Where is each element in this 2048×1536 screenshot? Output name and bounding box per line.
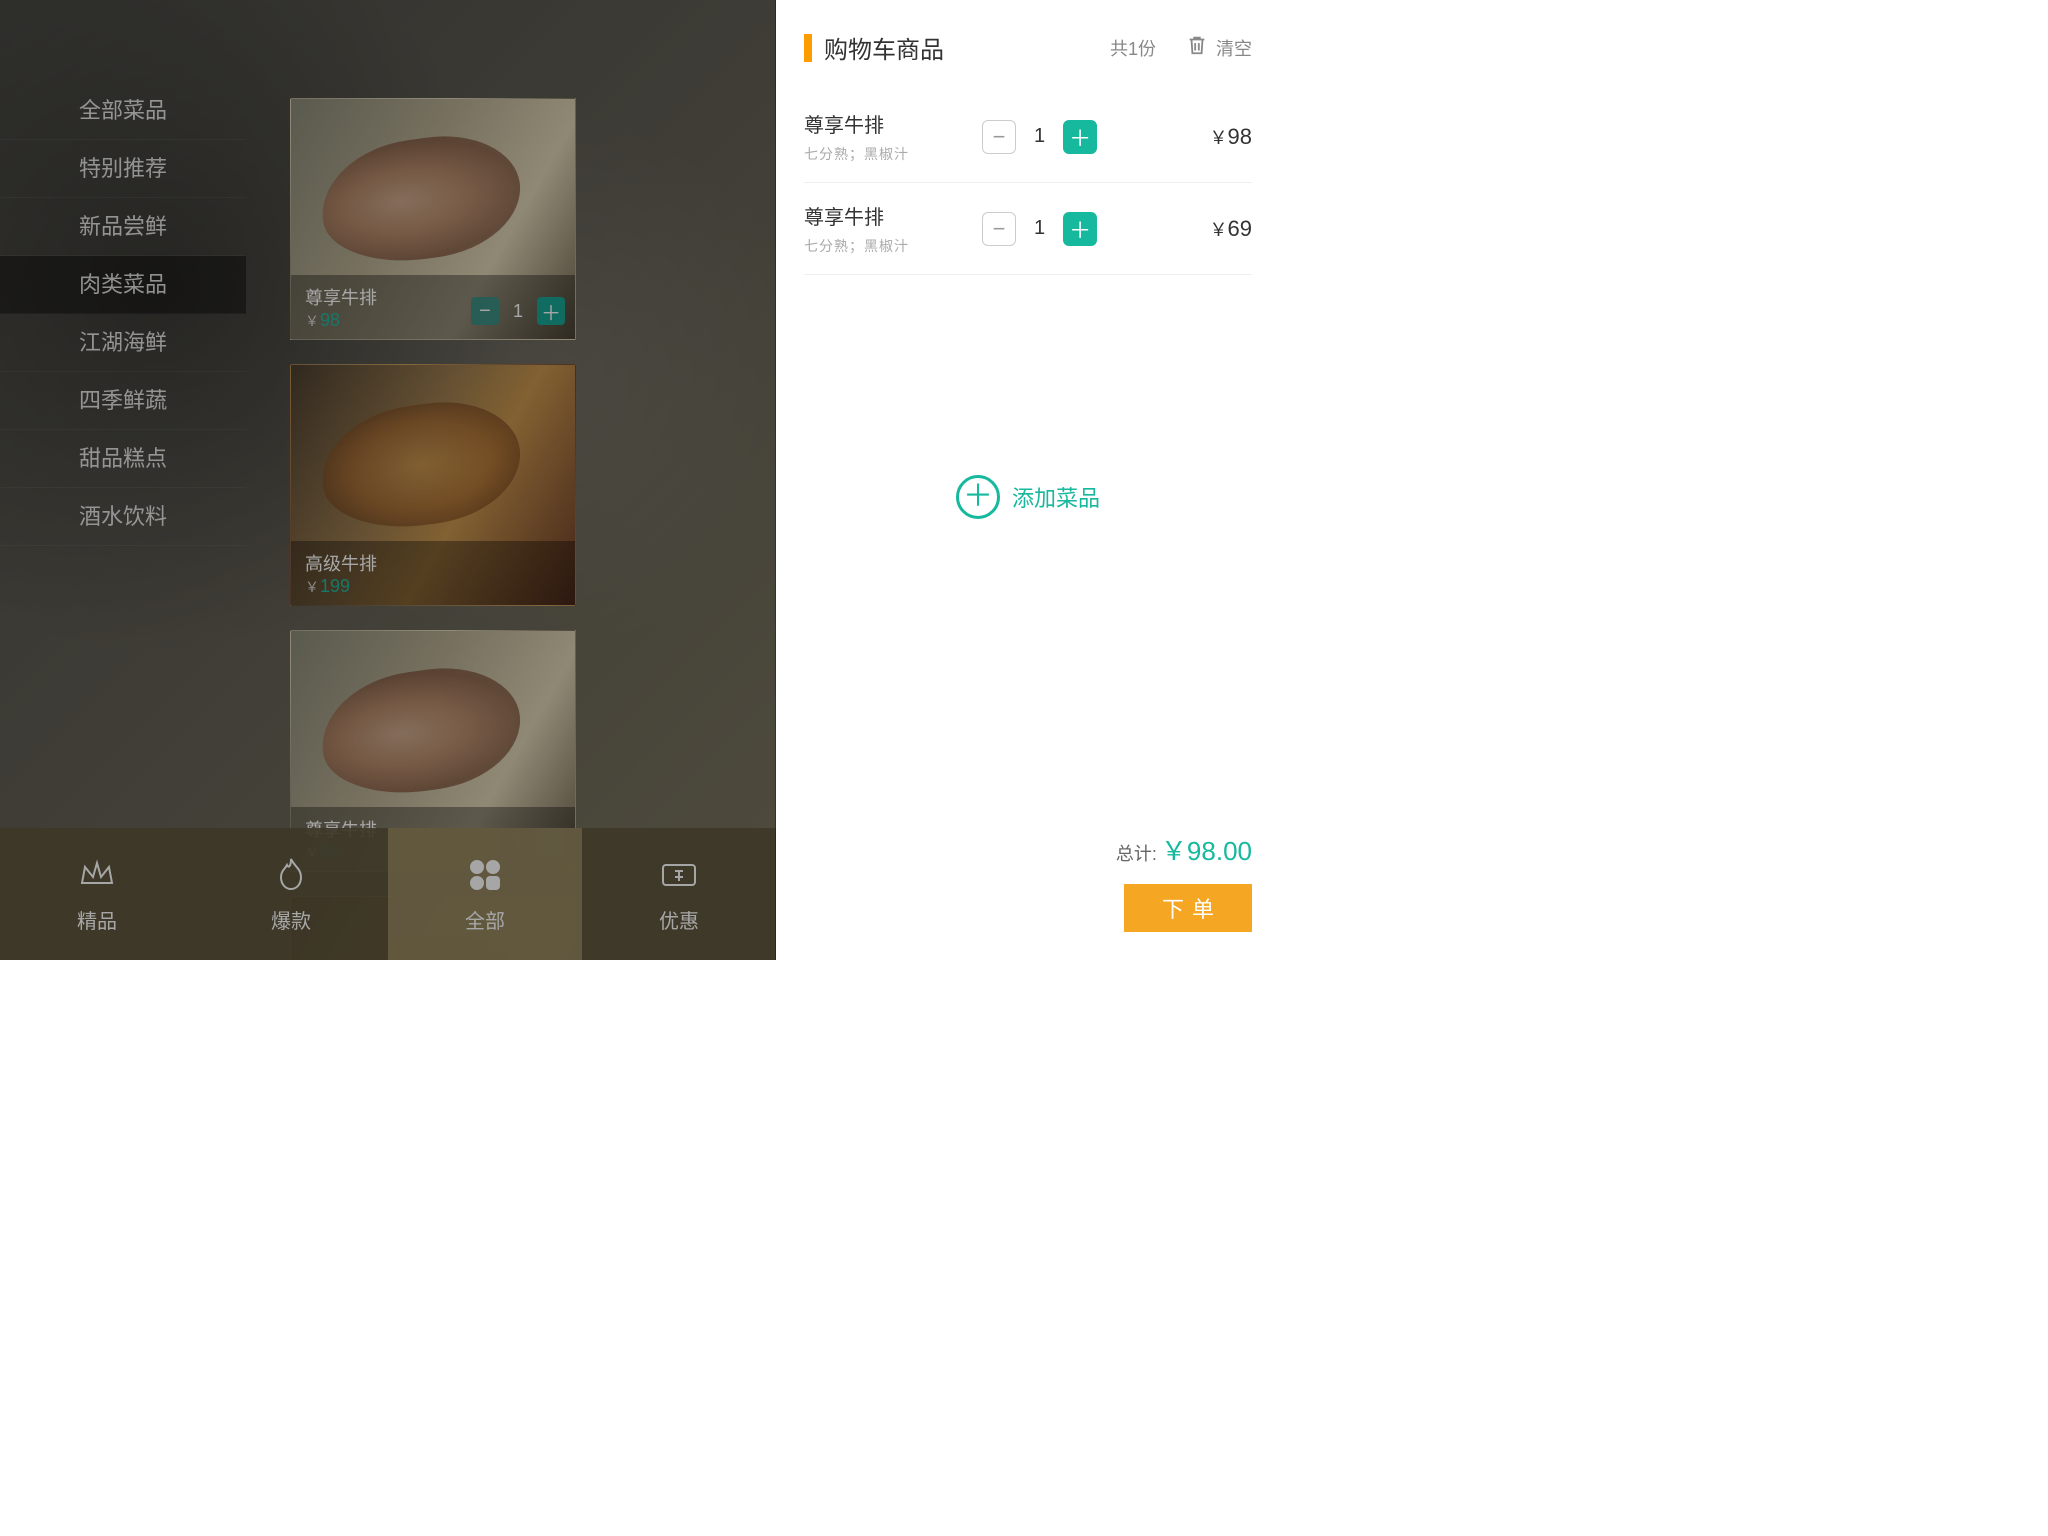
trash-icon bbox=[1186, 34, 1208, 61]
total-label: 总计: bbox=[1116, 840, 1157, 866]
cart-item-price: ￥98 bbox=[1210, 124, 1252, 150]
main-panel: 全部菜品 特别推荐 新品尝鲜 肉类菜品 江湖海鲜 四季鲜蔬 甜品糕点 酒水饮料 … bbox=[0, 0, 776, 960]
minus-button[interactable]: − bbox=[982, 212, 1016, 246]
cart-item: 尊享牛排 七分熟；黑椒汁 − 1 ＋ ￥98 bbox=[804, 91, 1252, 183]
app-root: 全部菜品 特别推荐 新品尝鲜 肉类菜品 江湖海鲜 四季鲜蔬 甜品糕点 酒水饮料 … bbox=[0, 0, 1280, 960]
place-order-button[interactable]: 下单 bbox=[1124, 884, 1252, 932]
cart-item-name: 尊享牛排 bbox=[804, 201, 974, 230]
quantity-stepper: − 1 ＋ bbox=[982, 120, 1097, 154]
cart-item-info: 尊享牛排 七分熟；黑椒汁 bbox=[804, 201, 974, 256]
plus-button[interactable]: ＋ bbox=[1063, 212, 1097, 246]
cart-item-name: 尊享牛排 bbox=[804, 109, 974, 138]
cart-title: 购物车商品 bbox=[824, 30, 944, 65]
plus-circle-icon: ＋ bbox=[956, 475, 1000, 519]
cart-item-sub: 七分熟；黑椒汁 bbox=[804, 236, 974, 256]
accent-bar bbox=[804, 34, 812, 62]
cart-item: 尊享牛排 七分熟；黑椒汁 − 1 ＋ ￥69 bbox=[804, 183, 1252, 275]
cart-panel: 购物车商品 共1份 清空 尊享牛排 七分熟；黑椒汁 − 1 ＋ bbox=[776, 0, 1280, 960]
cart-items: 尊享牛排 七分熟；黑椒汁 − 1 ＋ ￥98 尊享牛排 七分熟；黑椒汁 − 1 bbox=[776, 81, 1280, 285]
cart-header: 购物车商品 共1份 清空 bbox=[776, 0, 1280, 81]
quantity-stepper: − 1 ＋ bbox=[982, 212, 1097, 246]
add-dish-label: 添加菜品 bbox=[1012, 481, 1100, 513]
cart-count: 共1份 bbox=[1110, 35, 1156, 61]
total-line: 总计: ￥98.00 bbox=[1116, 831, 1252, 868]
modal-overlay[interactable] bbox=[0, 0, 776, 960]
clear-label: 清空 bbox=[1216, 35, 1252, 61]
cart-item-qty: 1 bbox=[1034, 217, 1045, 240]
cart-item-price: ￥69 bbox=[1210, 216, 1252, 242]
cart-item-info: 尊享牛排 七分熟；黑椒汁 bbox=[804, 109, 974, 164]
add-dish-button[interactable]: ＋ 添加菜品 bbox=[776, 475, 1280, 519]
total-amount: ￥98.00 bbox=[1161, 831, 1252, 868]
minus-button[interactable]: − bbox=[982, 120, 1016, 154]
clear-cart-button[interactable]: 清空 bbox=[1186, 34, 1252, 61]
cart-item-qty: 1 bbox=[1034, 125, 1045, 148]
plus-button[interactable]: ＋ bbox=[1063, 120, 1097, 154]
cart-footer: 总计: ￥98.00 下单 bbox=[776, 831, 1280, 960]
cart-item-sub: 七分熟；黑椒汁 bbox=[804, 144, 974, 164]
